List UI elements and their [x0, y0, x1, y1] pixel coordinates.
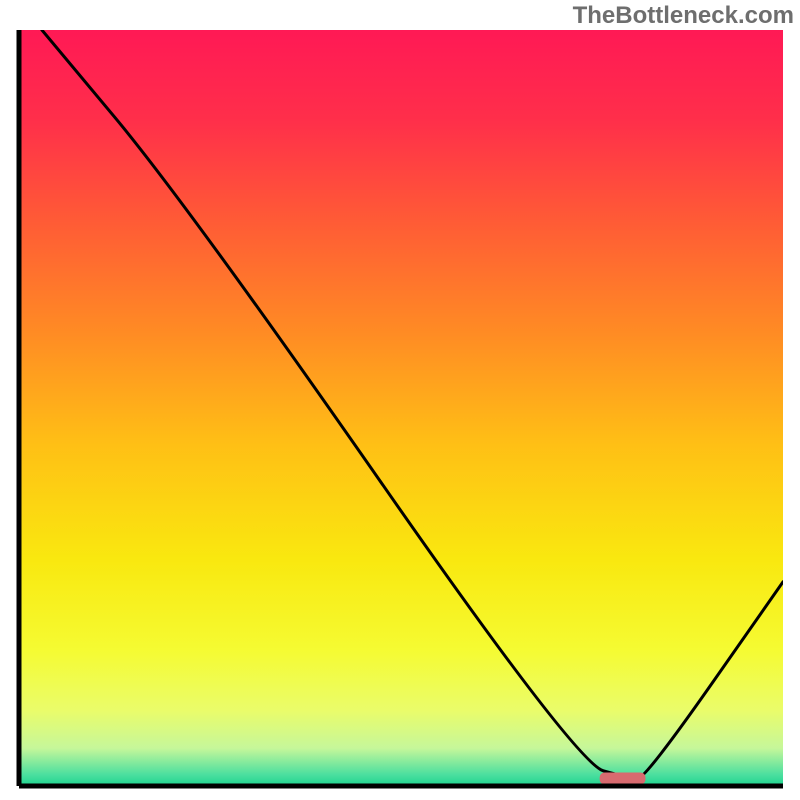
chart-container: TheBottleneck.com	[0, 0, 800, 800]
bottleneck-chart	[0, 0, 800, 800]
optimal-highlight	[600, 772, 646, 784]
gradient-background	[19, 30, 783, 786]
